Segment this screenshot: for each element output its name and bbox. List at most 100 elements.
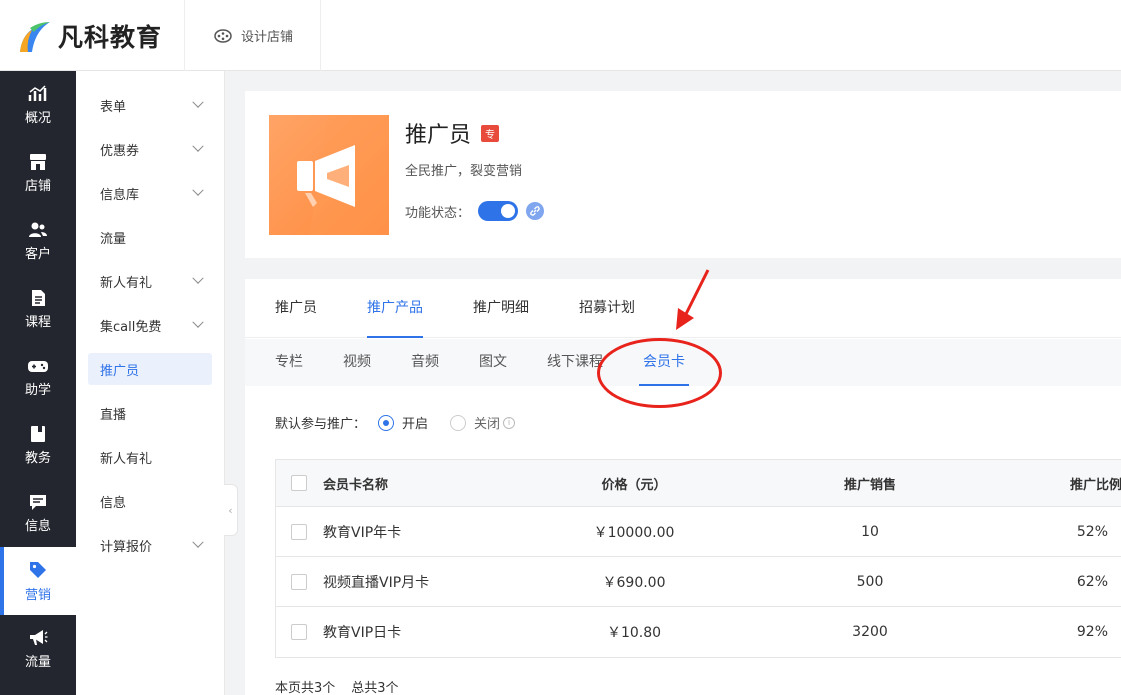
book-icon <box>31 425 45 442</box>
default-promotion-setting: 默认参与推广： 开启 关闭 i <box>275 413 516 432</box>
sub-menu: 表单 优惠券 信息库 流量 新人有礼 集call免费 推广员 直播 新人有礼 信… <box>76 71 225 695</box>
nav-item-traffic[interactable]: 流量 <box>0 615 76 683</box>
megaphone-icon <box>297 115 389 235</box>
chart-icon <box>28 84 47 101</box>
feature-status: 功能状态： <box>405 201 545 221</box>
chevron-down-icon <box>192 96 204 108</box>
tab-promoted-products[interactable]: 推广产品 <box>367 279 423 338</box>
page-count: 本页共3个 <box>275 681 336 695</box>
submenu-item-label: 优惠券 <box>100 143 140 159</box>
tag-icon <box>30 561 46 578</box>
subtab-video[interactable]: 视频 <box>343 339 371 386</box>
card-name: 视频直播VIP月卡 <box>323 574 430 591</box>
submenu-item-coupon[interactable]: 优惠券 <box>88 133 212 165</box>
chevron-left-icon: ‹ <box>228 503 233 517</box>
brand-logo-icon <box>20 21 50 52</box>
message-icon <box>30 494 46 510</box>
total-count: 总共3个 <box>351 681 399 695</box>
nav-item-label: 概况 <box>24 110 51 126</box>
tab-promoters[interactable]: 推广员 <box>275 279 317 338</box>
main-nav: 概况 店铺 客户 课程 助学 教务 信息 营销 流量 <box>0 71 76 695</box>
submenu-item-newcomer-gift-2[interactable]: 新人有礼 <box>88 441 212 473</box>
nav-item-label: 客户 <box>24 246 51 262</box>
pagination-info: 本页共3个 总共3个 <box>275 677 399 695</box>
nav-item-messages[interactable]: 信息 <box>0 479 76 547</box>
collapse-submenu-handle[interactable]: ‹ <box>224 484 238 536</box>
select-all-checkbox[interactable] <box>291 475 307 491</box>
annotation-arrow-icon <box>676 269 710 330</box>
info-icon[interactable]: i <box>503 416 516 429</box>
radio-enable-label[interactable]: 开启 <box>402 413 428 432</box>
chevron-down-icon <box>192 536 204 548</box>
table-row: 教育VIP年卡 ￥10000.00 10 52% <box>276 507 1121 557</box>
tab-recruit-plan[interactable]: 招募计划 <box>579 279 635 338</box>
nav-item-academic[interactable]: 教务 <box>0 411 76 479</box>
annotation-circle <box>597 338 722 408</box>
nav-item-label: 营销 <box>24 587 51 603</box>
submenu-item-traffic[interactable]: 流量 <box>88 221 212 253</box>
nav-item-label: 课程 <box>24 314 51 330</box>
nav-item-marketing[interactable]: 营销 <box>0 547 76 615</box>
card-name: 教育VIP年卡 <box>323 524 402 541</box>
submenu-item-label: 直播 <box>100 407 127 423</box>
radio-disable[interactable] <box>450 414 467 431</box>
nav-item-store[interactable]: 店铺 <box>0 139 76 207</box>
submenu-item-label: 新人有礼 <box>100 451 153 467</box>
chevron-down-icon <box>192 184 204 196</box>
palette-icon <box>214 28 232 43</box>
submenu-item-newcomer-gift[interactable]: 新人有礼 <box>88 265 212 297</box>
table-row: 视频直播VIP月卡 ￥690.00 500 62% <box>276 557 1121 607</box>
tab-promotion-details[interactable]: 推广明细 <box>473 279 529 338</box>
store-icon <box>30 153 46 170</box>
brand-logo[interactable]: 凡科教育 <box>0 0 185 71</box>
chevron-down-icon <box>192 140 204 152</box>
feature-enable-toggle[interactable] <box>478 201 519 221</box>
submenu-item-label: 信息库 <box>100 187 140 203</box>
pro-badge: 专 <box>481 124 500 142</box>
submenu-item-promoter[interactable]: 推广员 <box>88 353 212 385</box>
nav-item-study[interactable]: 助学 <box>0 343 76 411</box>
card-price: ￥690.00 <box>602 574 666 591</box>
radio-enable[interactable] <box>378 414 395 431</box>
card-sales: 10 <box>861 523 879 540</box>
row-checkbox[interactable] <box>291 523 307 540</box>
subtab-article[interactable]: 图文 <box>479 339 507 386</box>
card-name: 教育VIP日卡 <box>323 625 402 641</box>
card-price: ￥10000.00 <box>593 524 675 541</box>
submenu-item-label: 集call免费 <box>100 319 162 335</box>
table-row: 教育VIP日卡 ￥10.80 3200 92% <box>276 607 1121 657</box>
submenu-item-quote[interactable]: 计算报价 <box>88 529 212 561</box>
row-checkbox[interactable] <box>291 573 307 590</box>
card-price: ￥10.80 <box>606 625 662 641</box>
card-ratio: 52% <box>1076 523 1108 540</box>
megaphone-icon <box>30 629 48 645</box>
feature-title-text: 推广员 <box>405 123 472 148</box>
promoter-feature-icon <box>269 115 389 235</box>
nav-item-courses[interactable]: 课程 <box>0 275 76 343</box>
gamepad-icon <box>28 360 48 372</box>
design-store-button[interactable]: 设计店铺 <box>186 0 321 71</box>
users-icon <box>29 222 47 237</box>
nav-item-label: 流量 <box>24 654 51 670</box>
card-ratio: 62% <box>1076 573 1108 590</box>
submenu-item-live[interactable]: 直播 <box>88 397 212 429</box>
submenu-item-info[interactable]: 信息 <box>88 485 212 517</box>
subtab-offline-course[interactable]: 线下课程 <box>547 339 603 386</box>
link-icon[interactable] <box>526 202 545 220</box>
subtab-column[interactable]: 专栏 <box>275 339 303 386</box>
feature-header-card: 推广员 专 全民推广，裂变营销 功能状态： <box>245 91 1121 258</box>
submenu-item-label: 表单 <box>100 99 127 115</box>
card-sales: 3200 <box>852 624 888 640</box>
submenu-item-call-free[interactable]: 集call免费 <box>88 309 212 341</box>
subtab-audio[interactable]: 音频 <box>411 339 439 386</box>
submenu-item-info-library[interactable]: 信息库 <box>88 177 212 209</box>
submenu-item-label: 计算报价 <box>100 539 153 555</box>
radio-disable-label[interactable]: 关闭 <box>474 413 500 432</box>
submenu-item-form[interactable]: 表单 <box>88 89 212 121</box>
nav-item-overview[interactable]: 概况 <box>0 71 76 139</box>
column-header-sales: 推广销售 <box>843 477 896 493</box>
nav-item-label: 店铺 <box>24 178 51 194</box>
column-header-price: 价格（元） <box>601 477 667 493</box>
row-checkbox[interactable] <box>291 624 307 640</box>
nav-item-customers[interactable]: 客户 <box>0 207 76 275</box>
